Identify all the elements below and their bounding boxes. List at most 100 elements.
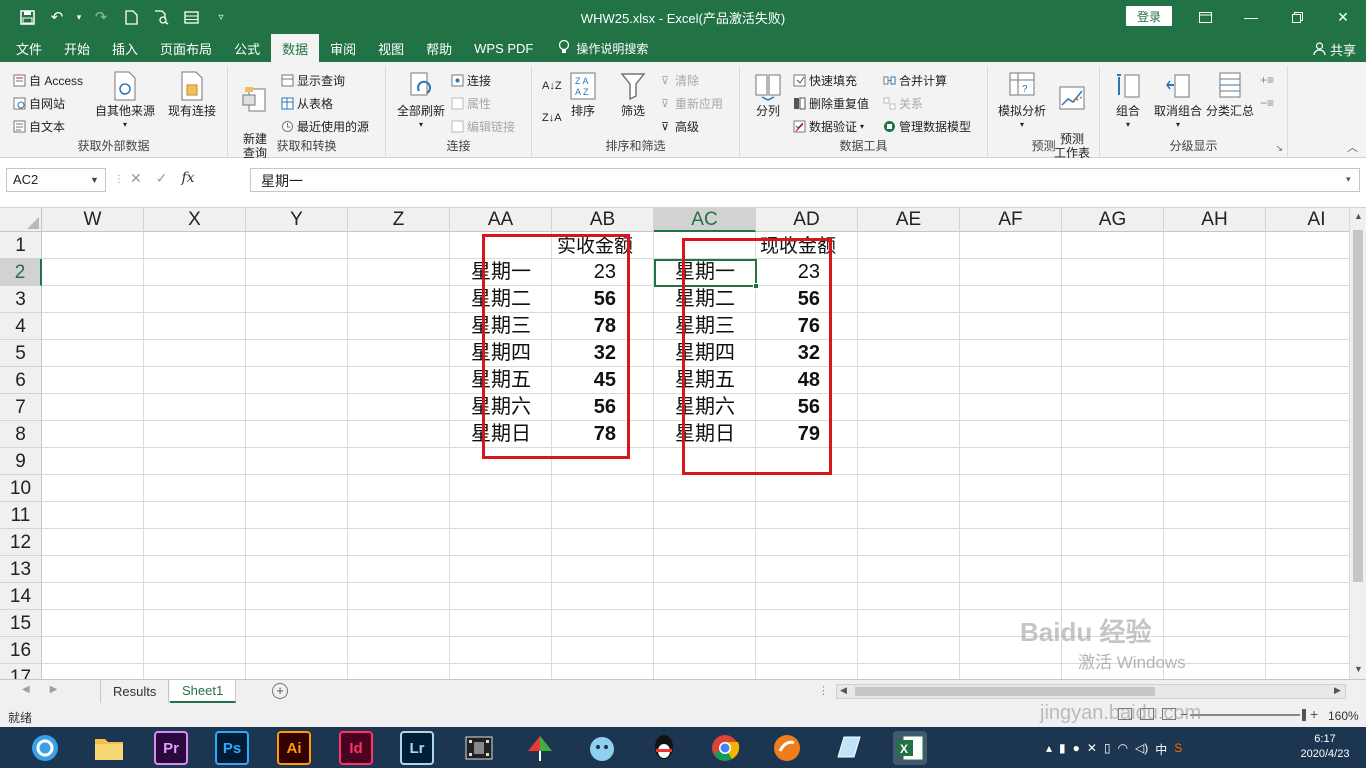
- row-header-7[interactable]: 7: [0, 394, 42, 421]
- print-preview-icon[interactable]: [148, 5, 174, 29]
- row-header-14[interactable]: 14: [0, 583, 42, 610]
- tray-expand-icon[interactable]: ▴: [1046, 741, 1052, 758]
- data-validation-button[interactable]: 数据验证 ▾: [792, 116, 864, 136]
- page-break-view-icon[interactable]: [1162, 708, 1176, 720]
- show-queries-button[interactable]: 显示查询: [280, 70, 345, 90]
- login-button[interactable]: 登录: [1126, 6, 1172, 26]
- illustrator-icon[interactable]: Ai: [277, 731, 311, 765]
- video-editor-icon[interactable]: [462, 731, 496, 765]
- row-header-16[interactable]: 16: [0, 637, 42, 664]
- redo-icon[interactable]: ↷: [88, 5, 114, 29]
- sheet-prev-icon[interactable]: ◀: [22, 684, 30, 695]
- volume-icon[interactable]: ◁): [1135, 741, 1148, 758]
- row-header-4[interactable]: 4: [0, 313, 42, 340]
- group-button[interactable]: 组合 ▾: [1108, 70, 1148, 132]
- row-header-9[interactable]: 9: [0, 448, 42, 475]
- row-header-13[interactable]: 13: [0, 556, 42, 583]
- clear-button[interactable]: ⊽ 清除: [658, 70, 699, 90]
- spreadsheet-grid[interactable]: W X Y Z AA AB AC AD AE AF AG AH AI 1 2 3 4 5 6 7 8 9 10 11 12 13…: [0, 208, 1349, 679]
- lightroom-icon[interactable]: Lr: [400, 731, 434, 765]
- zoom-slider-knob[interactable]: [1302, 709, 1306, 721]
- collapse-ribbon-icon[interactable]: ︿: [1347, 139, 1358, 155]
- tab-view[interactable]: 视图: [367, 34, 415, 62]
- row-header-11[interactable]: 11: [0, 502, 42, 529]
- cat-app-icon[interactable]: [585, 731, 619, 765]
- tab-formulas[interactable]: 公式: [223, 34, 271, 62]
- zoom-slider[interactable]: [1190, 714, 1300, 716]
- enter-icon[interactable]: ✓: [156, 170, 168, 187]
- qq-icon[interactable]: [647, 731, 681, 765]
- column-header-y[interactable]: Y: [246, 208, 348, 232]
- undo-icon[interactable]: ↶: [44, 5, 70, 29]
- sheet-tab-sheet1[interactable]: Sheet1: [170, 680, 237, 703]
- zoom-in-icon[interactable]: +: [1310, 706, 1318, 722]
- column-header-aa[interactable]: AA: [450, 208, 552, 232]
- tab-page-layout[interactable]: 页面布局: [149, 34, 223, 62]
- remove-duplicates-button[interactable]: 删除重复值: [792, 93, 869, 113]
- zoom-out-icon[interactable]: −: [1180, 706, 1188, 722]
- text-to-columns-button[interactable]: 分列: [750, 70, 786, 118]
- from-other-sources-button[interactable]: 自其他来源 ▾: [92, 70, 158, 132]
- name-box-dropdown-icon[interactable]: ▼: [90, 175, 99, 185]
- refresh-all-button[interactable]: 全部刷新 ▾: [394, 70, 448, 132]
- column-header-af[interactable]: AF: [960, 208, 1062, 232]
- photoshop-icon[interactable]: Ps: [215, 731, 249, 765]
- sheet-tab-results[interactable]: Results: [101, 680, 170, 703]
- vertical-scroll-thumb[interactable]: [1353, 230, 1363, 582]
- tab-help[interactable]: 帮助: [415, 34, 463, 62]
- clipboard-icon[interactable]: ▮: [1059, 741, 1066, 758]
- tab-wps-pdf[interactable]: WPS PDF: [463, 34, 544, 62]
- minimize-icon[interactable]: —: [1228, 0, 1274, 34]
- file-explorer-icon[interactable]: [92, 731, 126, 765]
- sheet-next-icon[interactable]: ▶: [50, 684, 58, 695]
- hide-detail-button[interactable]: −≡: [1260, 93, 1274, 113]
- row-header-3[interactable]: 3: [0, 286, 42, 313]
- close-icon[interactable]: ✕: [1320, 0, 1366, 34]
- cancel-icon[interactable]: ✕: [130, 170, 142, 187]
- restore-icon[interactable]: [1274, 0, 1320, 34]
- scroll-right-icon[interactable]: ▶: [1334, 685, 1341, 696]
- add-sheet-icon[interactable]: +: [272, 683, 288, 699]
- row-header-1[interactable]: 1: [0, 232, 42, 259]
- excel-taskbar-icon[interactable]: X: [893, 731, 927, 765]
- dialog-launcher-icon[interactable]: ↘: [1275, 143, 1283, 154]
- formula-input[interactable]: 星期一: [250, 168, 1360, 192]
- existing-connections-button[interactable]: 现有连接: [164, 70, 220, 118]
- column-header-z[interactable]: Z: [348, 208, 450, 232]
- advanced-filter-button[interactable]: ⊽ 高级: [658, 116, 699, 136]
- relationships-button[interactable]: 关系: [882, 93, 923, 113]
- flash-fill-button[interactable]: 快速填充: [792, 70, 857, 90]
- tell-me-search[interactable]: 操作说明搜索: [544, 34, 648, 62]
- recent-sources-button[interactable]: 最近使用的源: [280, 116, 369, 136]
- notes-app-icon[interactable]: [832, 731, 866, 765]
- row-header-5[interactable]: 5: [0, 340, 42, 367]
- manage-data-model-button[interactable]: 管理数据模型: [882, 116, 971, 136]
- column-header-ae[interactable]: AE: [858, 208, 960, 232]
- sort-ascending-button[interactable]: A↓Z: [542, 76, 562, 96]
- column-header-ac[interactable]: AC: [654, 208, 756, 232]
- input-method-indicator[interactable]: 中: [1155, 741, 1167, 758]
- customize-toolbar-icon[interactable]: ▿: [208, 5, 234, 29]
- insert-function-icon[interactable]: fx: [181, 170, 194, 187]
- row-header-12[interactable]: 12: [0, 529, 42, 556]
- premiere-icon[interactable]: Pr: [154, 731, 188, 765]
- connections-button[interactable]: 连接: [450, 70, 491, 90]
- row-header-17[interactable]: 17: [0, 664, 42, 679]
- tab-review[interactable]: 审阅: [319, 34, 367, 62]
- show-detail-button[interactable]: +≡: [1260, 70, 1274, 90]
- indesign-icon[interactable]: Id: [339, 731, 373, 765]
- reapply-button[interactable]: ⊽ 重新应用: [658, 93, 723, 113]
- new-file-icon[interactable]: [118, 5, 144, 29]
- scroll-left-icon[interactable]: ◀: [840, 685, 847, 696]
- horizontal-scrollbar[interactable]: ◀ ▶: [836, 684, 1346, 699]
- column-header-w[interactable]: W: [42, 208, 144, 232]
- row-header-6[interactable]: 6: [0, 367, 42, 394]
- row-header-15[interactable]: 15: [0, 610, 42, 637]
- zoom-level[interactable]: 160%: [1328, 709, 1359, 723]
- properties-button[interactable]: 属性: [450, 93, 491, 113]
- vertical-scrollbar[interactable]: ▲ ▼: [1349, 208, 1366, 679]
- wifi-icon[interactable]: ◠: [1118, 741, 1128, 758]
- row-header-10[interactable]: 10: [0, 475, 42, 502]
- expand-formula-icon[interactable]: ▾: [1346, 174, 1351, 185]
- subtotal-button[interactable]: 分类汇总: [1204, 70, 1256, 118]
